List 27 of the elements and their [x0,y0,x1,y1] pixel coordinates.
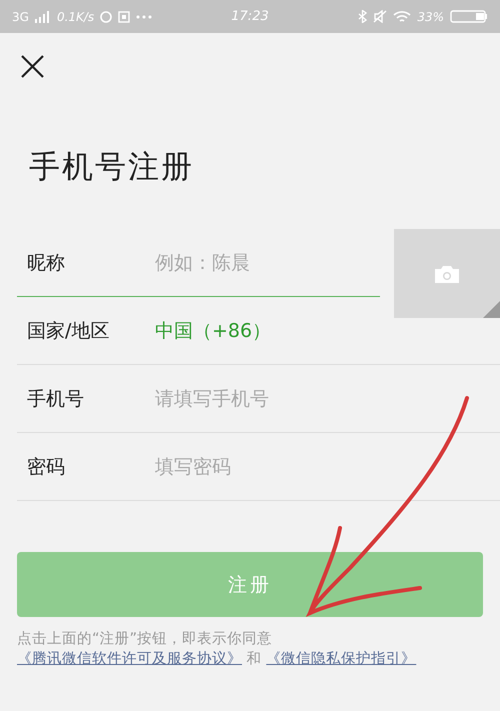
network-type: 3G [12,10,29,24]
country-value[interactable]: 中国（+86） [155,318,272,344]
battery-level: 33% [417,10,444,24]
text-field[interactable]: 例如：陈晨 [155,252,280,274]
privacy-link[interactable]: 《微信隐私保护指引》 [266,651,416,667]
battery-icon [450,10,488,23]
camera-icon [435,264,459,282]
more-icon [136,14,152,18]
app-icon [100,10,112,22]
field-label: 国家/地区 [26,318,110,344]
field-label: 手机号 [26,386,85,412]
license-link[interactable]: 《腾讯微信软件许可及服务协议》 [17,651,242,667]
muted-icon [373,10,388,23]
wifi-icon [393,10,412,23]
page-title: 手机号注册 [29,148,194,187]
text-field[interactable]: 填写密码 [155,456,280,478]
clock: 17:23 [231,9,269,24]
agreement-text: 点击上面的“注册”按钮，即表示你同意 《腾讯微信软件许可及服务协议》 和 《微信隐私保护指引》 [17,630,418,669]
corner-icon [483,301,500,318]
bluetooth-icon [358,10,368,23]
signal-icon [34,10,51,22]
network-speed: 0.1K/s [56,10,94,24]
text-field[interactable]: 请填写手机号 [155,388,280,410]
field-label: 密码 [26,454,66,480]
app-icon [118,10,130,22]
close-icon[interactable] [21,55,44,78]
field-label: 昵称 [26,250,66,276]
